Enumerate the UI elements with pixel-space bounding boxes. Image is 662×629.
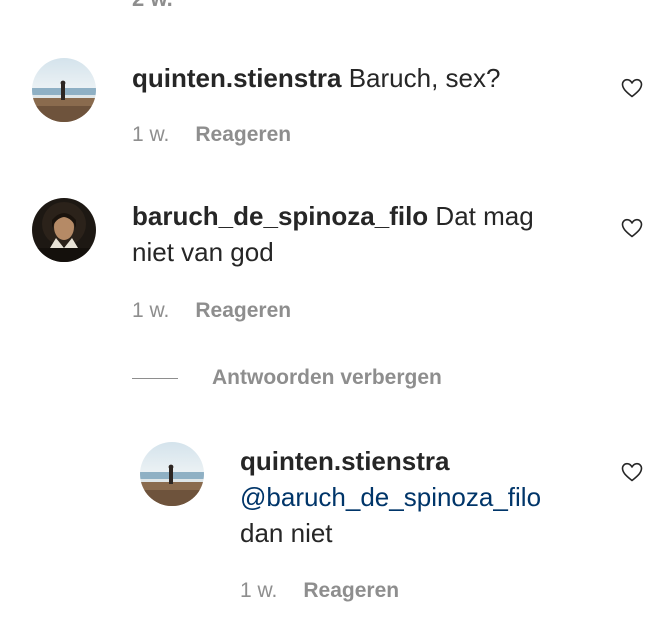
heart-outline-icon[interactable] — [620, 76, 644, 100]
comment-meta: 1 w. Reageren — [132, 299, 291, 323]
avatar[interactable] — [32, 58, 96, 122]
hide-replies-label: Antwoorden verbergen — [212, 366, 442, 389]
comment-time[interactable]: 1 w. — [132, 299, 169, 323]
reply-button[interactable]: Reageren — [195, 299, 291, 323]
comment-username[interactable]: baruch_de_spinoza_filo — [132, 201, 428, 231]
comment-username[interactable]: quinten.stienstra — [132, 63, 341, 93]
avatar[interactable] — [32, 198, 96, 262]
heart-outline-icon[interactable] — [620, 460, 644, 484]
reply-button[interactable]: Reageren — [303, 579, 399, 603]
comment-body: Baruch, sex? — [348, 63, 501, 93]
reply-body: dan niet — [240, 518, 333, 548]
beach-photo-avatar — [140, 442, 204, 506]
comment-meta: 1 w. Reageren — [132, 123, 291, 147]
reply-username[interactable]: quinten.stienstra — [240, 443, 541, 479]
reply-text: quinten.stienstra @baruch_de_spinoza_fil… — [240, 443, 541, 551]
reply-mention[interactable]: @baruch_de_spinoza_filo — [240, 479, 541, 515]
previous-comment-time: 2 w. — [132, 0, 173, 12]
reply-meta: 1 w. Reageren — [240, 579, 399, 603]
avatar[interactable] — [140, 442, 204, 506]
beach-photo-avatar — [32, 58, 96, 122]
comment-time[interactable]: 1 w. — [132, 123, 169, 147]
divider — [132, 377, 178, 379]
comment-body-line1: Dat mag — [435, 201, 534, 231]
portrait-avatar — [32, 198, 96, 262]
comment-text: quinten.stienstra Baruch, sex? — [132, 60, 500, 96]
heart-outline-icon[interactable] — [620, 216, 644, 240]
comment-body-line2: niet van god — [132, 237, 274, 267]
reply-button[interactable]: Reageren — [195, 123, 291, 147]
hide-replies-button[interactable]: Antwoorden verbergen — [132, 366, 442, 390]
reply-time[interactable]: 1 w. — [240, 579, 277, 603]
comment-text: baruch_de_spinoza_filo Dat mag niet van … — [132, 198, 534, 270]
